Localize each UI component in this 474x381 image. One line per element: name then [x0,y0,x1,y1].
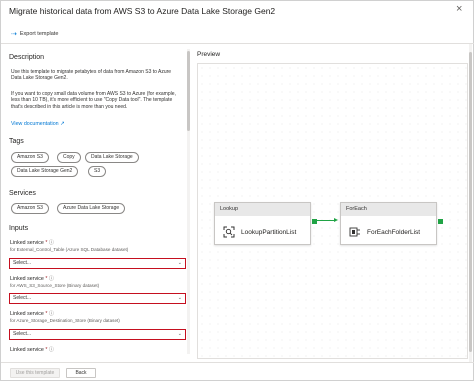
chevron-down-icon: ⌄ [177,295,182,301]
chevron-down-icon: ⌄ [177,260,182,266]
linked-service-select[interactable]: Select... ⌄ [9,329,186,340]
view-documentation-link[interactable]: View documentation ↗ [11,121,65,127]
tag-chip: S3 [88,166,107,177]
connector-arrow-icon [334,218,338,222]
preview-heading: Preview [197,51,221,58]
tag-chip: Copy [57,152,81,163]
pipeline-preview-canvas: Lookup LookupPartitionList ForEach ForEa… [197,63,468,359]
linked-service-label: Linked service * ⓘ [10,276,54,282]
details-scrollbar[interactable] [187,49,190,354]
linked-service-subtitle: for External_Control_Table (Azure SQL Da… [10,247,129,252]
description-heading: Description [9,54,45,61]
use-template-button[interactable]: Use this template [10,368,60,378]
export-arrow-icon: ⇢ [11,31,17,38]
description-para-1: Use this template to migrate petabytes o… [11,69,172,82]
success-connector [317,220,335,221]
inputs-heading: Inputs [9,225,29,232]
linked-service-subtitle: for AWS_S3_Source_Store (Binary dataset) [10,283,100,288]
dialog-title: Migrate historical data from AWS S3 to A… [9,6,276,16]
chevron-down-icon: ⌄ [177,331,182,337]
back-button[interactable]: Back [66,368,96,378]
external-link-icon: ↗ [60,121,65,127]
activity-type-label: ForEach [341,203,436,216]
activity-name: LookupPartitionList [241,228,297,236]
view-documentation-label: View documentation [11,121,59,127]
activity-lookup[interactable]: Lookup LookupPartitionList [214,202,317,245]
export-template-button[interactable]: ⇢ Export template [11,30,58,38]
linked-service-label: Linked service * ⓘ [10,311,54,317]
tag-chip: Amazon S3 [11,152,49,163]
service-chip: Azure Data Lake Storage [57,203,126,214]
linked-service-label: Linked service * ⓘ [10,347,54,353]
footer-divider [1,362,474,363]
scrollbar-thumb[interactable] [469,52,472,352]
template-dialog: Migrate historical data from AWS S3 to A… [0,0,474,381]
linked-service-select[interactable]: Select... ⌄ [9,293,186,304]
linked-service-label: Linked service * ⓘ [10,240,54,246]
services-heading: Services [9,190,36,197]
info-icon[interactable]: ⓘ [49,311,54,317]
close-icon[interactable]: × [456,3,462,15]
tag-chip: Data Lake Storage Gen2 [11,166,79,177]
activity-foreach[interactable]: ForEach ForEachFolderList [340,202,443,245]
export-template-label: Export template [19,31,59,37]
lookup-icon [223,226,235,238]
tag-chip: Data Lake Storage [85,152,139,163]
linked-service-select[interactable]: Select... ⌄ [9,258,186,269]
scrollbar-thumb[interactable] [187,51,190,131]
info-icon[interactable]: ⓘ [49,240,54,246]
info-icon[interactable]: ⓘ [49,276,54,282]
tags-heading: Tags [9,138,24,145]
dialog-scrollbar[interactable] [469,44,472,362]
description-para-2: If you want to copy small data volume fr… [11,91,176,110]
info-icon[interactable]: ⓘ [49,347,54,353]
activity-type-label: Lookup [215,203,310,216]
service-chip: Amazon S3 [11,203,49,214]
activity-name: ForEachFolderList [367,228,421,236]
template-details-panel: Description Use this template to migrate… [1,44,191,362]
linked-service-subtitle: for Azure_Storage_Destination_Store (Bin… [10,318,120,323]
success-port[interactable] [438,219,443,224]
foreach-icon [349,227,360,237]
